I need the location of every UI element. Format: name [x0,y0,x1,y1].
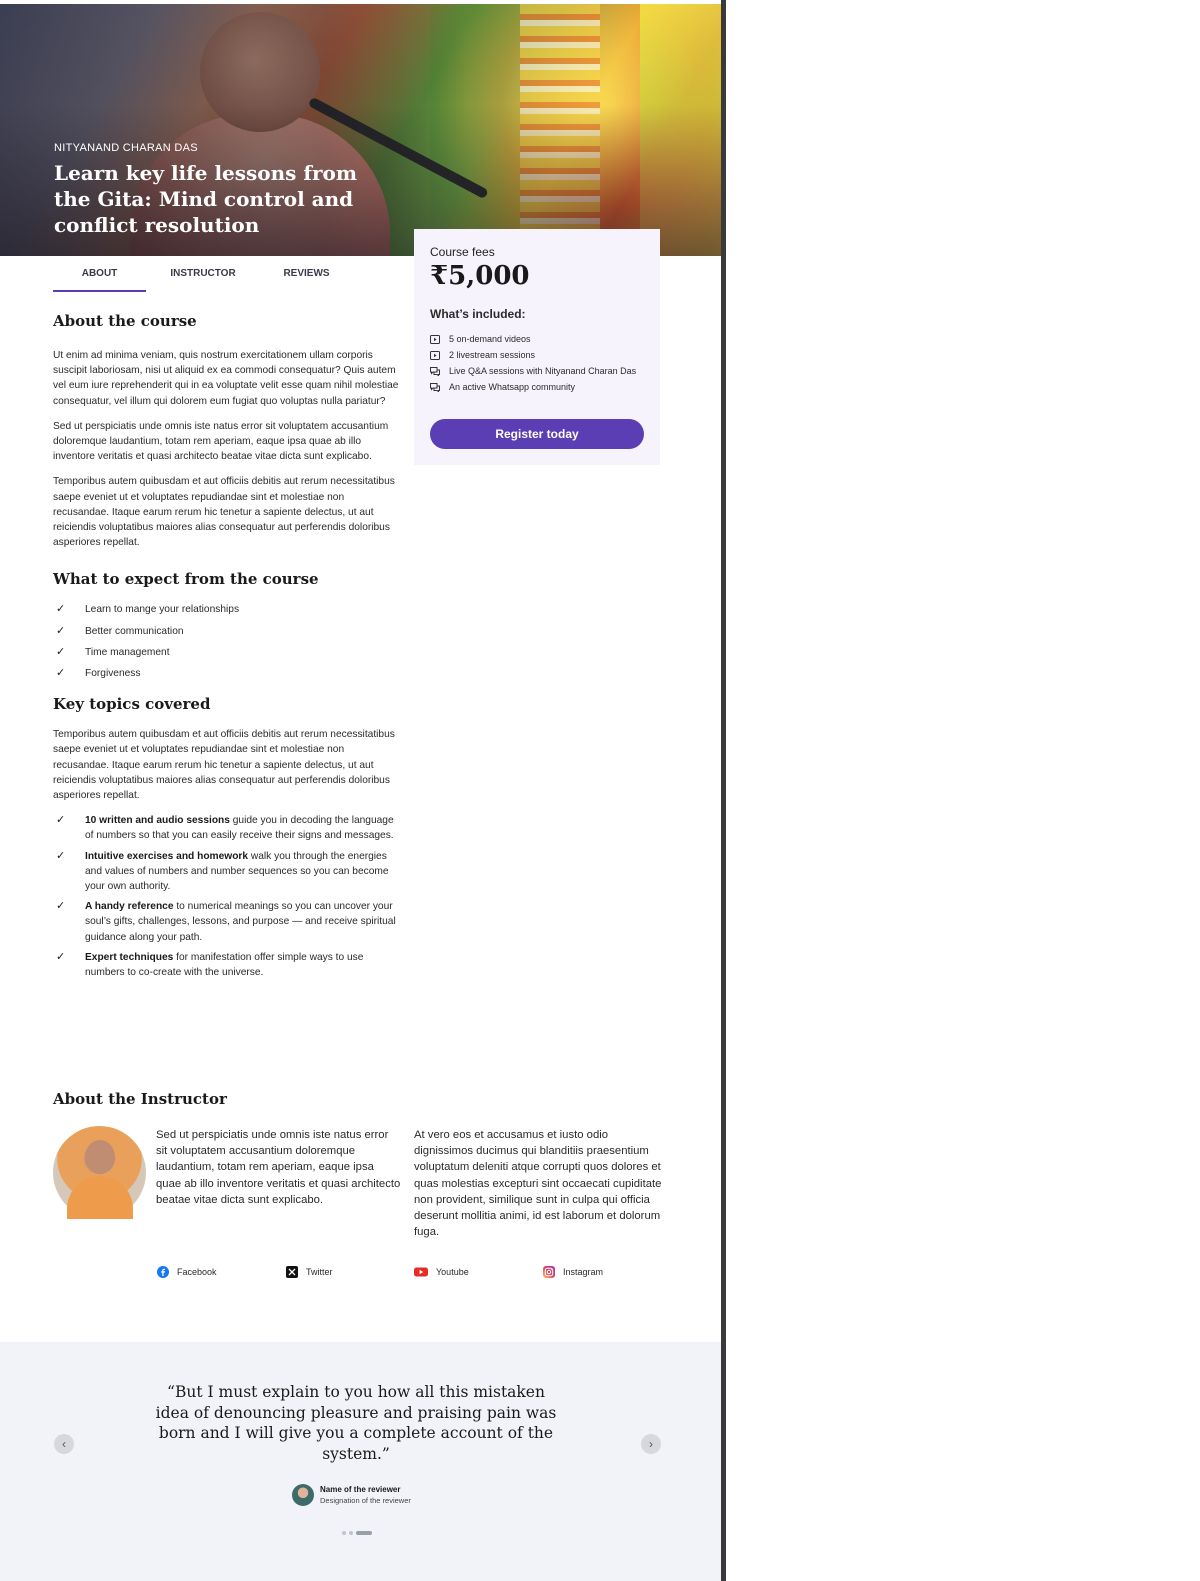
included-list: 5 on-demand videos 2 livestream sessions… [430,331,644,395]
included-title: What’s included: [430,307,526,321]
expect-heading: What to expect from the course [53,570,319,589]
topic-item-text: A handy reference to numerical meanings … [85,899,401,945]
topic-item-text: 10 written and audio sessions guide you … [85,813,401,843]
carousel-dot[interactable] [349,1531,353,1535]
youtube-link[interactable]: Youtube [414,1266,469,1278]
course-title: Learn key life lessons from the Gita: Mi… [54,161,358,237]
list-item: ✓ Forgiveness [53,666,401,681]
instagram-label: Instagram [563,1267,604,1277]
instagram-link[interactable]: Instagram [543,1266,603,1278]
about-paragraph: Ut enim ad minima veniam, quis nostrum e… [53,350,399,407]
play-video-icon [430,334,440,344]
included-item-text: 5 on-demand videos [449,334,531,344]
instructor-heading: About the Instructor [53,1090,227,1108]
list-item: ✓ A handy reference to numerical meanings… [53,899,401,945]
topic-item-bold: 10 written and audio sessions [85,815,230,827]
included-item: Live Q&A sessions with Nityanand Charan … [430,363,644,379]
avatar-head [85,1140,115,1174]
list-item: ✓ 10 written and audio sessions guide you… [53,813,401,843]
included-item: 2 livestream sessions [430,347,644,363]
testimonial-quote: “But I must explain to you how all this … [155,1383,557,1463]
reviewer-designation: Designation of the reviewer [320,1496,411,1505]
instructor-bio-2: At vero eos et accusamus et iusto odio d… [414,1129,662,1239]
course-tabs: ABOUT INSTRUCTOR REVIEWS [53,264,383,292]
included-item-text: Live Q&A sessions with Nityanand Charan … [449,366,637,376]
avatar-body [67,1176,133,1219]
avatar [292,1484,314,1506]
fees-price: ₹5,000 [430,261,530,291]
instagram-icon [543,1266,555,1278]
about-paragraph: Sed ut perspiciatis unde omnis iste natu… [53,420,389,463]
topic-item-bold: Expert techniques [85,951,174,963]
expect-item-text: Time management [85,646,170,658]
reviewer: Name of the reviewer Designation of the … [292,1484,411,1506]
topic-item-text: Expert techniques for manifestation offe… [85,950,401,980]
carousel-dot-active[interactable] [356,1531,372,1535]
included-item: 5 on-demand videos [430,331,644,347]
check-icon: ✓ [56,645,66,658]
included-item-text: An active Whatsapp community [449,382,576,392]
course-fees-card: Course fees ₹5,000 What’s included: 5 on… [414,229,660,465]
instructor-name-eyebrow: NITYANAND CHARAN DAS [54,142,198,154]
check-icon: ✓ [56,624,66,637]
topics-heading: Key topics covered [53,695,211,714]
topic-item-bold: A handy reference [85,901,174,913]
included-item: An active Whatsapp community [430,379,644,395]
check-icon: ✓ [56,849,66,862]
facebook-link[interactable]: Facebook [157,1266,217,1278]
tab-instructor[interactable]: INSTRUCTOR [146,264,260,292]
expect-item-text: Learn to mange your relationships [85,604,240,616]
prev-testimonial-button[interactable]: ‹ [54,1434,74,1454]
reviewer-info: Name of the reviewer Designation of the … [320,1485,411,1505]
instructor-bio-1: Sed ut perspiciatis unde omnis iste natu… [156,1129,401,1206]
instructor-avatar [53,1126,146,1219]
youtube-icon [414,1267,428,1277]
chevron-left-icon: ‹ [62,1437,66,1451]
tab-about[interactable]: ABOUT [53,264,146,292]
window-edge-divider [721,0,726,1581]
play-video-icon [430,350,440,360]
twitter-label: Twitter [306,1267,333,1277]
expect-list: ✓ Learn to mange your relationships ✓ Bett… [53,602,401,681]
facebook-label: Facebook [177,1267,217,1277]
tab-reviews[interactable]: REVIEWS [260,264,353,292]
youtube-label: Youtube [436,1267,469,1277]
testimonial-section: ‹ “But I must explain to you how all thi… [0,1342,722,1581]
chevron-right-icon: › [649,1437,653,1451]
next-testimonial-button[interactable]: › [641,1434,661,1454]
about-section: About the course Ut enim ad minima venia… [53,312,401,985]
list-item: ✓ Time management [53,645,401,660]
list-item: ✓ Intuitive exercises and homework walk y… [53,849,401,895]
check-icon: ✓ [56,814,66,827]
fees-label: Course fees [430,245,495,259]
reviewer-name: Name of the reviewer [320,1485,401,1494]
carousel-dot[interactable] [342,1531,346,1535]
course-page: NITYANAND CHARAN DAS Learn key life less… [0,0,722,1581]
chat-icon [430,382,440,392]
list-item: ✓ Expert techniques for manifestation off… [53,950,401,980]
expect-item-text: Forgiveness [85,668,141,680]
register-button[interactable]: Register today [430,419,644,449]
twitter-link[interactable]: Twitter [286,1266,333,1278]
check-icon: ✓ [56,900,66,913]
included-item-text: 2 livestream sessions [449,350,536,360]
chat-icon [430,366,440,376]
x-twitter-icon [286,1266,298,1278]
facebook-icon [157,1266,169,1278]
check-icon: ✓ [56,603,66,616]
topics-list: ✓ 10 written and audio sessions guide you… [53,813,401,980]
hero-banner: NITYANAND CHARAN DAS Learn key life less… [0,4,722,256]
about-paragraph: Temporibus autem quibusdam et aut offici… [53,476,395,549]
topics-intro: Temporibus autem quibusdam et aut offici… [53,729,395,802]
list-item: ✓ Better communication [53,624,401,639]
topic-item-bold: Intuitive exercises and homework [85,850,249,862]
expect-item-text: Better communication [85,625,184,637]
social-links: Facebook Twitter Youtube Instagram [157,1266,657,1282]
list-item: ✓ Learn to mange your relationships [53,602,401,617]
check-icon: ✓ [56,667,66,680]
carousel-pagination [342,1531,375,1535]
about-course-heading: About the course [53,312,197,330]
topic-item-text: Intuitive exercises and homework walk yo… [85,849,401,895]
check-icon: ✓ [56,950,66,963]
